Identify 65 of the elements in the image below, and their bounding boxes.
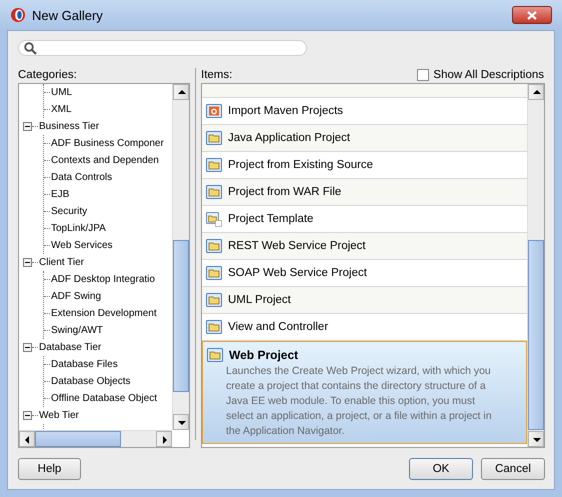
category-item[interactable]: Database Objects: [51, 376, 130, 387]
collapse-toggle[interactable]: [23, 411, 32, 420]
collapse-toggle[interactable]: [23, 343, 32, 352]
category-item[interactable]: Contexts and Dependen: [51, 155, 159, 166]
items-label: Items:: [201, 68, 232, 82]
template-icon: [206, 211, 222, 227]
category-item[interactable]: Web Services: [51, 240, 113, 251]
show-descriptions-checkbox[interactable]: Show All Descriptions: [417, 69, 544, 81]
search-field[interactable]: [18, 40, 307, 56]
category-item[interactable]: Security: [51, 206, 88, 217]
categories-label: Categories:: [18, 68, 78, 82]
category-item[interactable]: ADF Desktop Integratio: [51, 274, 155, 285]
category-item[interactable]: TopLink/JPA: [51, 223, 106, 234]
folder-icon: [206, 292, 222, 308]
category-item[interactable]: EJB: [51, 189, 70, 200]
category-item[interactable]: Database Files: [51, 359, 118, 370]
item-title: Java Application Project: [228, 132, 350, 144]
gallery-item[interactable]: Project from WAR File: [202, 179, 527, 206]
category-item[interactable]: Client Tier: [39, 257, 84, 268]
item-title: Import Maven Projects: [228, 105, 344, 117]
category-item[interactable]: UML: [51, 87, 72, 98]
item-title: SOAP Web Service Project: [228, 267, 367, 279]
item-title: Web Project: [229, 348, 298, 362]
gallery-item[interactable]: REST Web Service Project: [202, 233, 527, 260]
category-item[interactable]: Extension Development: [51, 308, 157, 319]
search-icon: [24, 42, 37, 54]
folder-icon: [206, 265, 222, 281]
vertical-scrollbar[interactable]: [527, 84, 544, 447]
category-item[interactable]: ADF Swing: [51, 291, 102, 302]
folder-icon: [206, 157, 222, 173]
item-description: Launches the Create Web Project wizard, with which you create a project that contains the directory structure of a Java EE web module. To enable this option, you must select an application, a project, or a file within a project in the Application Navigator.: [226, 364, 493, 439]
folder-icon: [207, 347, 223, 363]
folder-icon: [206, 319, 222, 335]
help-button[interactable]: Help: [18, 458, 81, 480]
category-item[interactable]: XML: [51, 104, 72, 115]
folder-icon: [206, 130, 222, 146]
category-item[interactable]: Database Tier: [39, 342, 102, 353]
category-item[interactable]: Offline Database Object: [51, 393, 157, 404]
folder-icon: [206, 184, 222, 200]
item-title: Project from Existing Source: [228, 159, 374, 171]
horizontal-scrollbar[interactable]: [19, 430, 172, 447]
close-icon: [527, 10, 537, 20]
app-logo-icon: [10, 7, 26, 23]
close-button[interactable]: [512, 6, 552, 24]
category-item[interactable]: Business Tier: [39, 121, 100, 132]
collapse-toggle[interactable]: [23, 122, 32, 131]
gallery-item[interactable]: UML Project: [202, 287, 527, 314]
category-item[interactable]: Swing/AWT: [51, 325, 103, 336]
folder-icon: [206, 238, 222, 254]
item-title: REST Web Service Project: [228, 240, 366, 252]
gallery-item[interactable]: Java Application Project: [202, 125, 527, 152]
maven-icon: [206, 103, 222, 119]
category-item[interactable]: ADF Business Componer: [51, 138, 164, 149]
gallery-item[interactable]: [202, 341, 527, 444]
window-title: New Gallery: [32, 8, 103, 22]
cancel-button[interactable]: Cancel: [481, 458, 545, 480]
category-item[interactable]: Web Tier: [39, 410, 79, 421]
ok-button[interactable]: OK: [409, 458, 473, 480]
category-item[interactable]: Data Controls: [51, 172, 112, 183]
collapse-toggle[interactable]: [23, 258, 32, 267]
item-title: Project from WAR File: [228, 186, 342, 198]
item-title: UML Project: [228, 294, 291, 306]
item-title: View and Controller: [228, 321, 328, 333]
vertical-scrollbar[interactable]: [172, 84, 189, 430]
item-title: Project Template: [228, 213, 314, 225]
